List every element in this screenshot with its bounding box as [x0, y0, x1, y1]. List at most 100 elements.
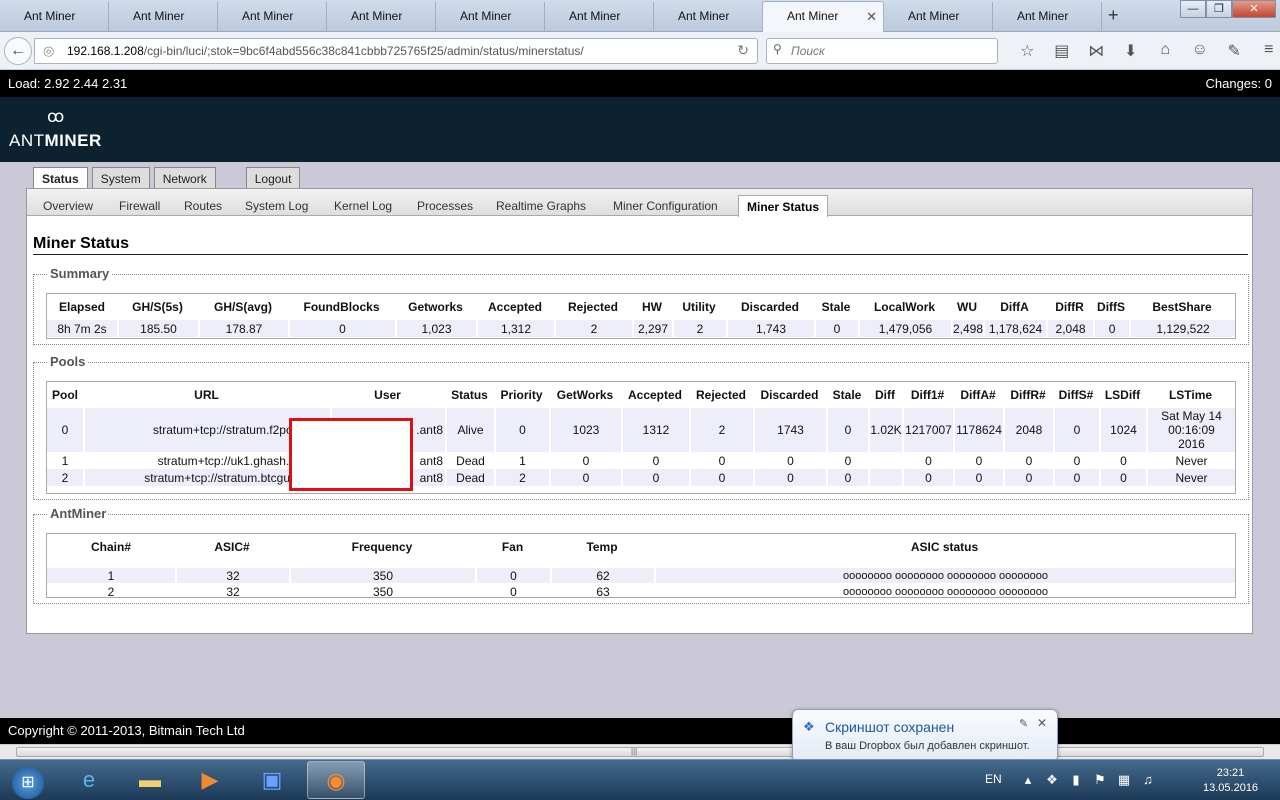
antminer-legend: AntMiner [48, 506, 109, 521]
minimize-icon[interactable]: — [1180, 0, 1206, 18]
reading-list-icon[interactable]: ▤ [1045, 41, 1080, 61]
subtab-miner-configuration[interactable]: Miner Configuration [613, 199, 718, 213]
cell-pool: 0 [47, 408, 83, 452]
horizontal-scrollbar[interactable]: ||| [0, 744, 1280, 759]
browser-tab[interactable]: Ant Miner [109, 2, 218, 32]
dropbox-tray-icon[interactable]: ❖ [1040, 772, 1064, 788]
save-taskbar-icon[interactable]: ▣ [243, 761, 301, 799]
language-indicator[interactable]: EN [985, 772, 1002, 786]
browser-tab[interactable]: Ant Miner [436, 2, 545, 32]
browser-tab[interactable]: Ant Miner [545, 2, 654, 32]
summary-table-box: Elapsed GH/S(5s) GH/S(avg) FoundBlocks G… [46, 293, 1236, 339]
th-asic-status: ASIC status [910, 540, 979, 554]
home-icon[interactable]: ⌂ [1148, 41, 1183, 61]
browser-tab-active[interactable]: Ant Miner ✕ [762, 1, 884, 32]
cell-ghs-5s: 185.50 [117, 320, 198, 337]
start-button[interactable]: ⊞ [4, 760, 52, 800]
cell-stale: 0 [826, 469, 868, 486]
window-close-icon[interactable]: ✕ [1232, 0, 1276, 18]
taskbar-clock[interactable]: 23:21 13.05.2016 [1203, 766, 1258, 796]
window-controls: — ❐ ✕ [1180, 0, 1276, 18]
restore-icon[interactable]: ❐ [1206, 0, 1232, 18]
dropbox-notification[interactable]: ❖ Скриншот сохранен В ваш Dropbox был до… [792, 709, 1058, 762]
browser-tab[interactable]: Ant Miner [327, 2, 436, 32]
cell-diff1: 0 [902, 452, 953, 469]
tab-title: Ant Miner [460, 9, 512, 23]
firefox-taskbar-icon[interactable]: ◉ [307, 761, 365, 799]
th-diffr: DiffR [1055, 300, 1084, 314]
close-tab-icon[interactable]: ✕ [866, 9, 877, 25]
subtab-realtime-graphs[interactable]: Realtime Graphs [496, 199, 586, 213]
cell-diffs: 0 [1093, 320, 1130, 337]
th-localwork: LocalWork [873, 300, 936, 314]
page-footer: Copyright © 2011-2013, Bitmain Tech Ltd [0, 718, 1280, 744]
browser-tab[interactable]: Ant Miner [884, 2, 993, 32]
search-placeholder: Поиск [791, 44, 825, 58]
tab-status[interactable]: Status [33, 167, 88, 190]
browser-tab[interactable]: Ant Miner [0, 2, 109, 32]
cell-chain: 1 [47, 568, 175, 583]
cell-diffr: 2048 [1003, 408, 1053, 452]
search-input[interactable]: ⚲ Поиск [766, 38, 998, 64]
tab-system[interactable]: System [91, 167, 150, 189]
cell-lsdiff: 0 [1099, 452, 1146, 469]
th-hw: HW [642, 300, 662, 314]
tab-title: Ant Miner [351, 9, 403, 23]
browser-tab[interactable]: Ant Miner [654, 2, 763, 32]
chat-icon[interactable]: ☺ [1183, 41, 1218, 61]
cell-utility: 2 [672, 320, 726, 337]
download-icon[interactable]: ⬇ [1114, 41, 1149, 61]
media-player-taskbar-icon[interactable]: ▶ [181, 761, 239, 799]
addon-icon[interactable]: ✎ [1217, 41, 1252, 61]
cell-diffr: 0 [1003, 452, 1053, 469]
subtab-routes[interactable]: Routes [184, 199, 222, 213]
subtab-system-log[interactable]: System Log [245, 199, 308, 213]
cell-getworks: 1023 [549, 408, 621, 452]
subtab-miner-status[interactable]: Miner Status [738, 195, 829, 217]
tray-expand-icon[interactable]: ▴ [1016, 772, 1040, 788]
clock-time: 23:21 [1216, 767, 1245, 779]
changes-count[interactable]: Changes: 0 [1206, 76, 1273, 91]
cell-diffa: 0 [953, 469, 1003, 486]
explorer-taskbar-icon[interactable]: ▬ [121, 761, 179, 799]
tab-title: Ant Miner [24, 9, 76, 23]
pin-icon[interactable]: ✎ [1019, 717, 1028, 730]
back-arrow-icon[interactable]: ← [4, 37, 32, 65]
bookmark-star-icon[interactable]: ☆ [1010, 41, 1045, 61]
content-panel: Overview Firewall Routes System Log Kern… [26, 188, 1253, 634]
tab-logout[interactable]: Logout [245, 167, 301, 189]
th-getworks: GetWorks [556, 388, 614, 402]
browser-tab[interactable]: Ant Miner [993, 2, 1102, 32]
cell-temp: 62 [550, 568, 654, 583]
cell-accepted: 1,312 [476, 320, 554, 337]
new-tab-button[interactable]: + [1108, 5, 1119, 26]
notification-close-icon[interactable]: ✕ [1037, 716, 1047, 730]
subtab-overview[interactable]: Overview [43, 199, 93, 213]
scrollbar-thumb[interactable] [16, 747, 1264, 757]
tab-title: Ant Miner [678, 9, 730, 23]
address-bar[interactable]: ◎ 192.168.1.208/cgi-bin/luci/;stok=9bc6f… [34, 38, 758, 64]
cell-diffs: 0 [1053, 408, 1099, 452]
summary-header-row: Elapsed GH/S(5s) GH/S(avg) FoundBlocks G… [47, 294, 1235, 320]
ie-taskbar-icon[interactable]: e [60, 761, 118, 799]
windows-logo-icon: ⊞ [12, 767, 44, 799]
network-tray-icon[interactable]: ▦ [1112, 772, 1136, 788]
volume-tray-icon[interactable]: ♫ [1136, 772, 1160, 788]
menu-icon[interactable]: ≡ [1252, 41, 1280, 61]
main-tabs: Status System Network Logout [33, 167, 304, 190]
subtab-kernel-log[interactable]: Kernel Log [334, 199, 392, 213]
browser-tab[interactable]: Ant Miner [218, 2, 327, 32]
subtab-processes[interactable]: Processes [417, 199, 473, 213]
page-title: Miner Status [33, 235, 130, 252]
flag-tray-icon[interactable]: ⚑ [1088, 772, 1112, 788]
sync-icon[interactable]: ⋈ [1079, 41, 1114, 61]
cell-asic: 32 [175, 568, 289, 583]
reload-icon[interactable]: ↻ [737, 42, 749, 59]
usb-tray-icon[interactable]: ▮ [1064, 772, 1088, 788]
tab-network[interactable]: Network [153, 167, 216, 189]
url-host: 192.168.1.208 [67, 44, 144, 58]
cell-rejected: 2 [554, 320, 632, 337]
cell-stale: 0 [814, 320, 858, 337]
subtab-firewall[interactable]: Firewall [119, 199, 160, 213]
cell-diff1: 0 [902, 469, 953, 486]
